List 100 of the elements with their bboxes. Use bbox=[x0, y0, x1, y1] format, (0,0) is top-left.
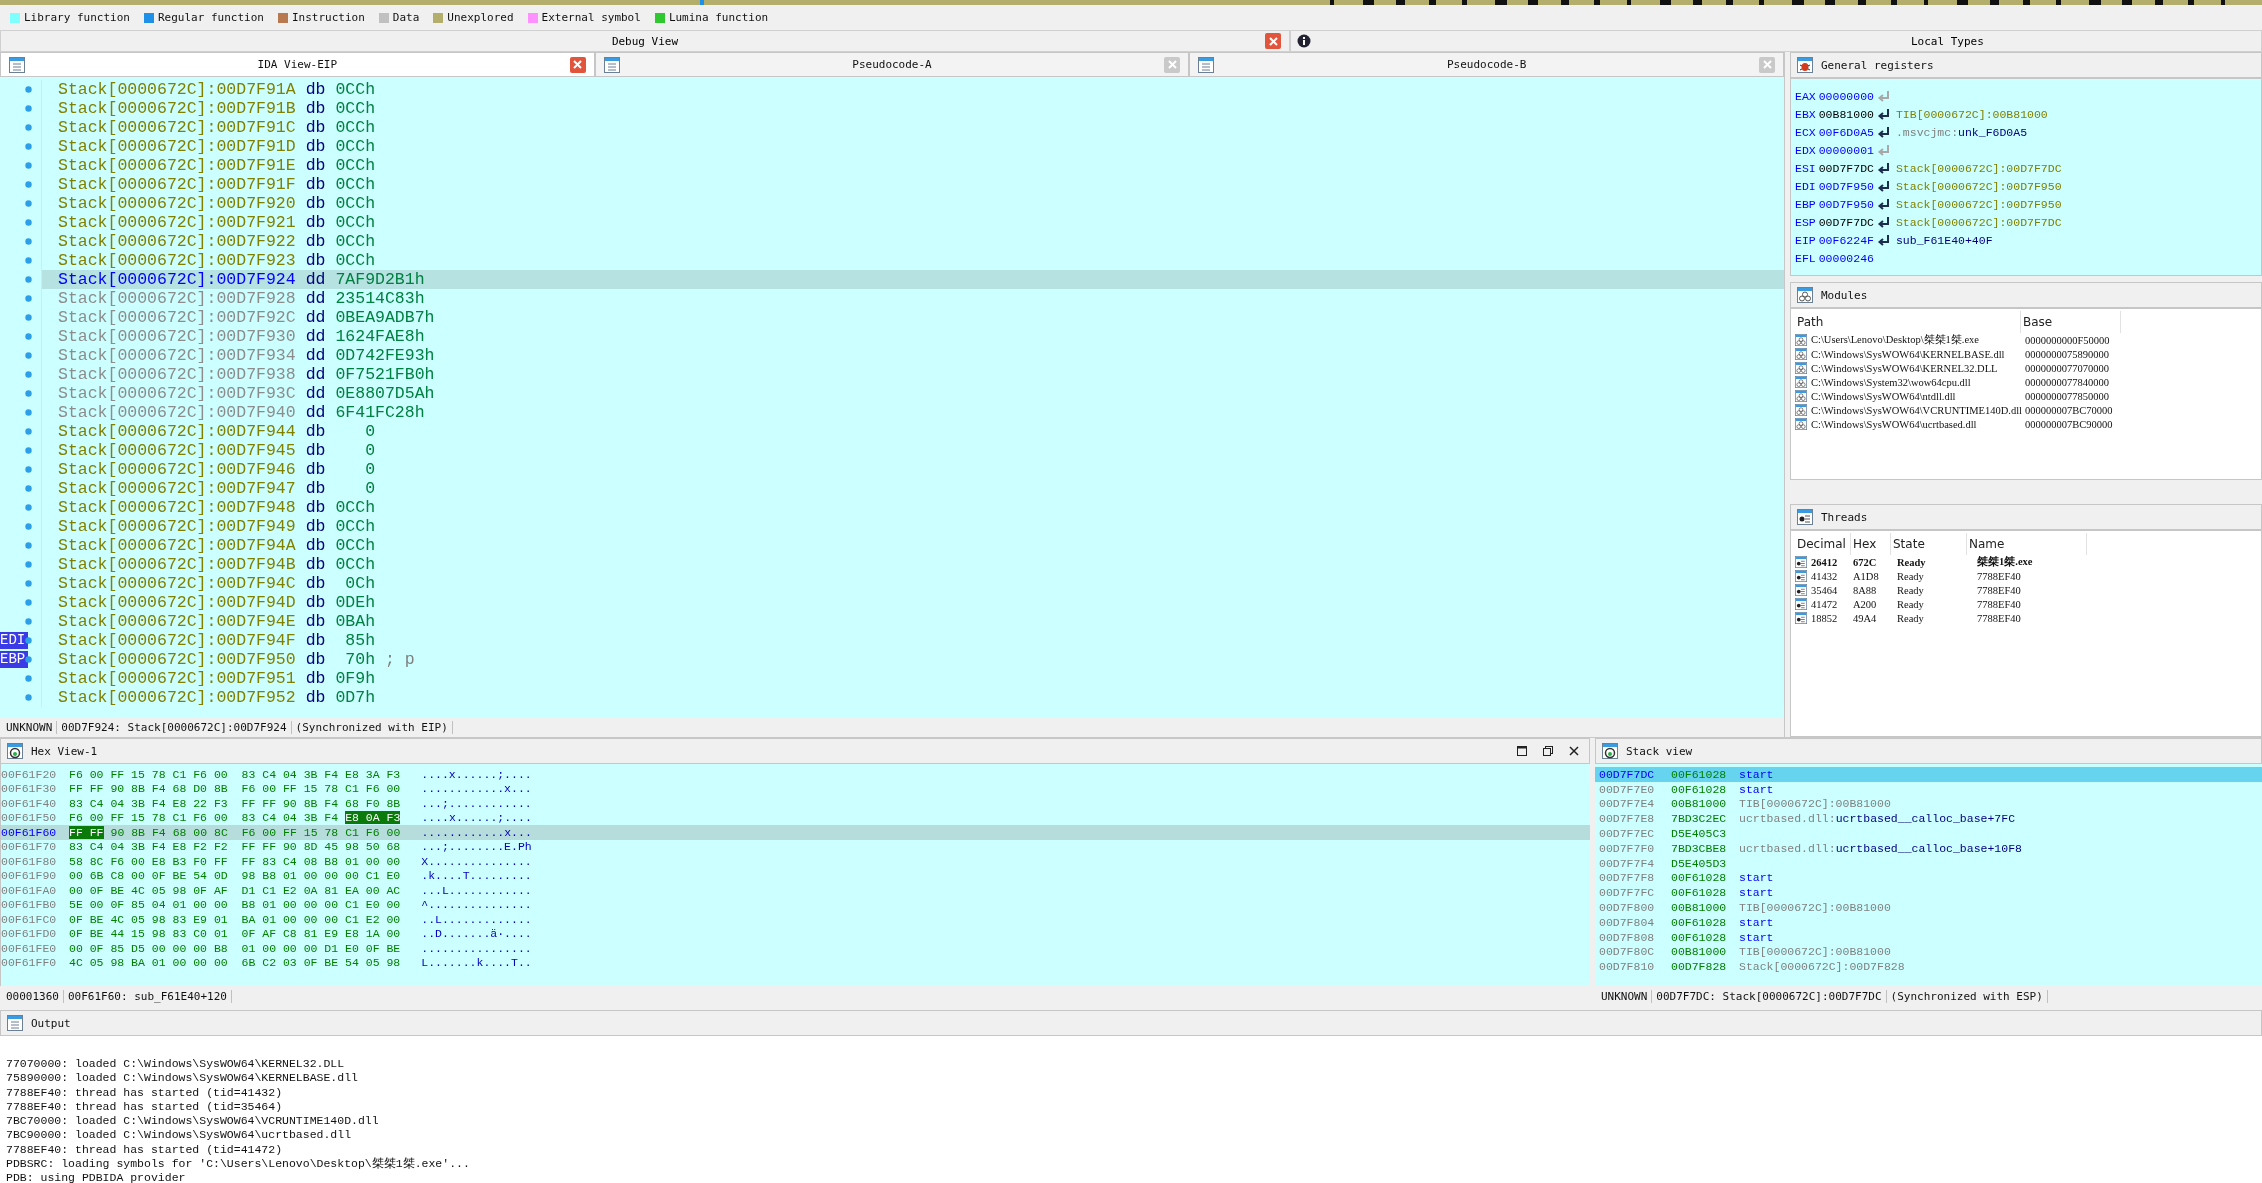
stack-row[interactable]: 00D7F7EC D5E405C3 bbox=[1595, 826, 2262, 841]
listing-row[interactable]: Stack[0000672C]:00D7F946 db 0 bbox=[0, 460, 1784, 479]
listing-row[interactable]: Stack[0000672C]:00D7F94C db 0Ch bbox=[0, 574, 1784, 593]
operand: 0Ch bbox=[344, 574, 376, 593]
return-arrow-icon[interactable] bbox=[1876, 179, 1891, 193]
listing-row[interactable]: Stack[0000672C]:00D7F91E db 0CCh bbox=[0, 156, 1784, 175]
stack-row[interactable]: 00D7F808 00F61028 start bbox=[1595, 929, 2262, 945]
listing-row[interactable]: Stack[0000672C]:00D7F938 dd 0F7521FB0h bbox=[0, 365, 1784, 384]
listing-row[interactable]: Stack[0000672C]:00D7F948 db 0CCh bbox=[0, 498, 1784, 517]
hex-row[interactable]: 00F61F60 FF FF 90 8B F4 68 00 8C F6 00 FF 15 78 C1 F6 00 ............x... bbox=[1, 825, 1590, 840]
listing-row[interactable]: Stack[0000672C]:00D7F92C dd 0BEA9ADB7h bbox=[0, 308, 1784, 327]
hex-row[interactable]: 00F61F50 F6 00 FF 15 78 C1 F6 00 83 C4 04 3B F4 E8 0A F3 ....x......;.... bbox=[1, 810, 1590, 825]
hex-row[interactable]: 00F61F70 83 C4 04 3B F4 E8 F2 F2 FF FF 90 8D 45 98 50 68 ...;........E.Ph bbox=[1, 839, 1590, 854]
listing-row[interactable]: Stack[0000672C]:00D7F949 db 0CCh bbox=[0, 517, 1784, 536]
stack-row[interactable]: 00D7F7E4 00B81000 TIB[0000672C]:00B81000 bbox=[1595, 796, 2262, 812]
listing-row[interactable]: Stack[0000672C]:00D7F928 dd 23514C83h bbox=[0, 289, 1784, 308]
hex-row[interactable]: 00F61F30 FF FF 90 8B F4 68 D0 8B F6 00 FF 15 78 C1 F6 00 ............x... bbox=[1, 781, 1590, 796]
hex-row[interactable]: 00F61FF0 4C 05 98 BA 01 00 00 00 6B C2 03 0F BE 54 05 98 L.......k....T.. bbox=[1, 955, 1590, 970]
return-arrow-icon[interactable] bbox=[1876, 125, 1891, 139]
listing-row[interactable]: Stack[0000672C]:00D7F947 db 0 bbox=[0, 479, 1784, 498]
tab[interactable]: IDA View-EIP bbox=[0, 52, 595, 77]
stack-address: 00D7F7EC bbox=[1598, 827, 1656, 841]
info-icon[interactable] bbox=[1297, 34, 1311, 48]
tab-label[interactable]: Local Types bbox=[1911, 34, 1984, 48]
column-header[interactable]: Decimal bbox=[1795, 533, 1851, 555]
stack-row[interactable]: 00D7F804 00F61028 start bbox=[1595, 914, 2262, 930]
tab-label[interactable]: IDA View-EIP bbox=[31, 58, 564, 71]
hex-row[interactable]: 00F61FB0 5E 00 0F 85 04 01 00 00 B8 01 00 00 00 C1 E0 00 ^............... bbox=[1, 897, 1590, 912]
thread-row[interactable]: 18852 49A4 Ready 7788EF40 bbox=[1795, 611, 2257, 625]
hex-ascii: .k....T......... bbox=[421, 869, 532, 883]
panel-title: Output bbox=[31, 1016, 71, 1030]
hex-row[interactable]: 00F61F80 58 8C F6 00 E8 B3 F0 FF FF 83 C4 08 B8 01 00 00 X............... bbox=[1, 854, 1590, 869]
hex-row[interactable]: 00F61FC0 0F BE 4C 05 98 83 E9 01 BA 01 00 00 00 C1 E2 00 ..L............. bbox=[1, 912, 1590, 927]
tab-label[interactable]: Pseudocode-A bbox=[625, 58, 1159, 71]
stack-row[interactable]: 00D7F7FC 00F61028 start bbox=[1595, 885, 2262, 901]
column-header[interactable]: Base bbox=[2021, 311, 2121, 333]
column-header[interactable]: Hex bbox=[1851, 533, 1891, 555]
hex-row[interactable]: 00F61FE0 00 0F 85 D5 00 00 00 B8 01 00 00 00 D1 E0 0F BE ................ bbox=[1, 941, 1590, 956]
return-arrow-icon[interactable] bbox=[1876, 215, 1891, 229]
navigation-band[interactable] bbox=[0, 0, 2262, 5]
stack-row[interactable]: 00D7F7DC 00F61028 start bbox=[1595, 767, 2262, 782]
listing-row[interactable]: Stack[0000672C]:00D7F91C db 0CCh bbox=[0, 118, 1784, 137]
thread-row[interactable]: 35464 8A88 Ready 7788EF40 bbox=[1795, 583, 2257, 597]
hex-row[interactable]: 00F61F90 00 6B C8 00 0F BE 54 0D 98 B8 01 00 00 00 C1 E0 .k....T......... bbox=[1, 868, 1590, 883]
listing-row[interactable]: Stack[0000672C]:00D7F94A db 0CCh bbox=[0, 536, 1784, 555]
thread-row[interactable]: 26412 672C Ready 桀桀1桀.exe bbox=[1795, 555, 2257, 569]
thread-row[interactable]: 41472 A200 Ready 7788EF40 bbox=[1795, 597, 2257, 611]
listing-row[interactable]: Stack[0000672C]:00D7F930 dd 1624FAE8h bbox=[0, 327, 1784, 346]
listing-row[interactable]: Stack[0000672C]:00D7F91A db 0CCh bbox=[0, 80, 1784, 99]
tab-label[interactable]: Pseudocode-B bbox=[1220, 58, 1753, 71]
column-header[interactable]: State bbox=[1891, 533, 1967, 555]
return-arrow-icon[interactable] bbox=[1876, 107, 1891, 121]
stack-row[interactable]: 00D7F7E0 00F61028 start bbox=[1595, 781, 2262, 797]
listing-row[interactable]: Stack[0000672C]:00D7F94D db 0DEh bbox=[0, 593, 1784, 612]
listing-row[interactable]: Stack[0000672C]:00D7F944 db 0 bbox=[0, 422, 1784, 441]
listing-row[interactable]: Stack[0000672C]:00D7F924 dd 7AF9D2B1h bbox=[0, 270, 1784, 289]
listing-row[interactable]: Stack[0000672C]:00D7F923 db 0CCh bbox=[0, 251, 1784, 270]
hex-row[interactable]: 00F61F40 83 C4 04 3B F4 E8 22 F3 FF FF 90 8B F4 68 F0 8B ...;............ bbox=[1, 796, 1590, 811]
listing-row[interactable]: Stack[0000672C]:00D7F945 db 0 bbox=[0, 441, 1784, 460]
register-value: 00B81000 bbox=[1818, 107, 1874, 121]
tab[interactable]: Pseudocode-B bbox=[1189, 52, 1784, 77]
listing-row[interactable]: Stack[0000672C]:00D7F940 dd 6F41FC28h bbox=[0, 403, 1784, 422]
listing-row[interactable]: EBP Stack[0000672C]:00D7F950 db 70h ; p bbox=[0, 650, 1784, 669]
return-arrow-icon[interactable] bbox=[1876, 161, 1891, 175]
hex-row[interactable]: 00F61F20 F6 00 FF 15 78 C1 F6 00 83 C4 04 3B F4 E8 3A F3 ....x......;.... bbox=[1, 767, 1590, 782]
listing-row[interactable]: Stack[0000672C]:00D7F922 db 0CCh bbox=[0, 232, 1784, 251]
listing-row[interactable]: Stack[0000672C]:00D7F951 db 0F9h bbox=[0, 669, 1784, 688]
listing-row[interactable]: Stack[0000672C]:00D7F921 db 0CCh bbox=[0, 213, 1784, 232]
hex-row[interactable]: 00F61FA0 00 0F BE 4C 05 98 0F AF D1 C1 E2 0A 81 EA 00 AC ...L............ bbox=[1, 883, 1590, 898]
listing-row[interactable]: Stack[0000672C]:00D7F93C dd 0E8807D5Ah bbox=[0, 384, 1784, 403]
listing-row[interactable]: Stack[0000672C]:00D7F934 dd 0D742FE93h bbox=[0, 346, 1784, 365]
return-arrow-icon[interactable] bbox=[1876, 197, 1891, 211]
tab[interactable]: Local Types bbox=[1290, 30, 2262, 52]
listing-row[interactable]: Stack[0000672C]:00D7F94B db 0CCh bbox=[0, 555, 1784, 574]
column-header[interactable]: Path bbox=[1795, 311, 2021, 333]
column-header[interactable]: Name bbox=[1967, 533, 2087, 555]
target-icon bbox=[1602, 743, 1618, 759]
listing-row[interactable]: Stack[0000672C]:00D7F94E db 0BAh bbox=[0, 612, 1784, 631]
listing-row[interactable]: Stack[0000672C]:00D7F91B db 0CCh bbox=[0, 99, 1784, 118]
hex-row[interactable]: 00F61FD0 0F BE 44 15 98 83 C0 01 0F AF C8 81 E9 E8 1A 00 ..D.......ä·.... bbox=[1, 926, 1590, 941]
tab[interactable]: Pseudocode-A bbox=[594, 52, 1190, 77]
output-line: 7BC90000: loaded C:\Windows\SysWOW64\ucrtbased.dll bbox=[6, 1128, 353, 1143]
listing-row[interactable]: Stack[0000672C]:00D7F91D db 0CCh bbox=[0, 137, 1784, 156]
thread-row[interactable]: 41432 A1D8 Ready 7788EF40 bbox=[1795, 569, 2257, 583]
stack-row[interactable]: 00D7F7F4 D5E405D3 bbox=[1595, 855, 2262, 871]
stack-row[interactable]: 00D7F7F8 00F61028 start bbox=[1595, 870, 2262, 886]
operand: 0CCh bbox=[335, 137, 376, 156]
stack-row[interactable]: 00D7F7F0 7BD3CBE8 ucrtbased.dll:ucrtbased__calloc_base+10F8 bbox=[1595, 841, 2262, 856]
stack-row[interactable]: 00D7F80C 00B81000 TIB[0000672C]:00B81000 bbox=[1595, 944, 2262, 960]
stack-row[interactable]: 00D7F810 00D7F828 Stack[0000672C]:00D7F828 bbox=[1595, 959, 2262, 975]
listing-row[interactable]: Stack[0000672C]:00D7F952 db 0D7h bbox=[0, 688, 1784, 707]
stack-row[interactable]: 00D7F7E8 7BD3C2EC ucrtbased.dll:ucrtbased__calloc_base+7FC bbox=[1595, 811, 2262, 827]
comment: ; p bbox=[385, 650, 415, 669]
register-name: ECX bbox=[1795, 125, 1816, 139]
listing-row[interactable]: Stack[0000672C]:00D7F920 db 0CCh bbox=[0, 194, 1784, 213]
listing-row[interactable]: Stack[0000672C]:00D7F91F db 0CCh bbox=[0, 175, 1784, 194]
return-arrow-icon[interactable] bbox=[1876, 233, 1891, 247]
stack-row[interactable]: 00D7F800 00B81000 TIB[0000672C]:00B81000 bbox=[1595, 900, 2262, 915]
listing-row[interactable]: EDI Stack[0000672C]:00D7F94F db 85h bbox=[0, 631, 1784, 650]
address: Stack[0000672C]:00D7F91A bbox=[58, 80, 296, 99]
